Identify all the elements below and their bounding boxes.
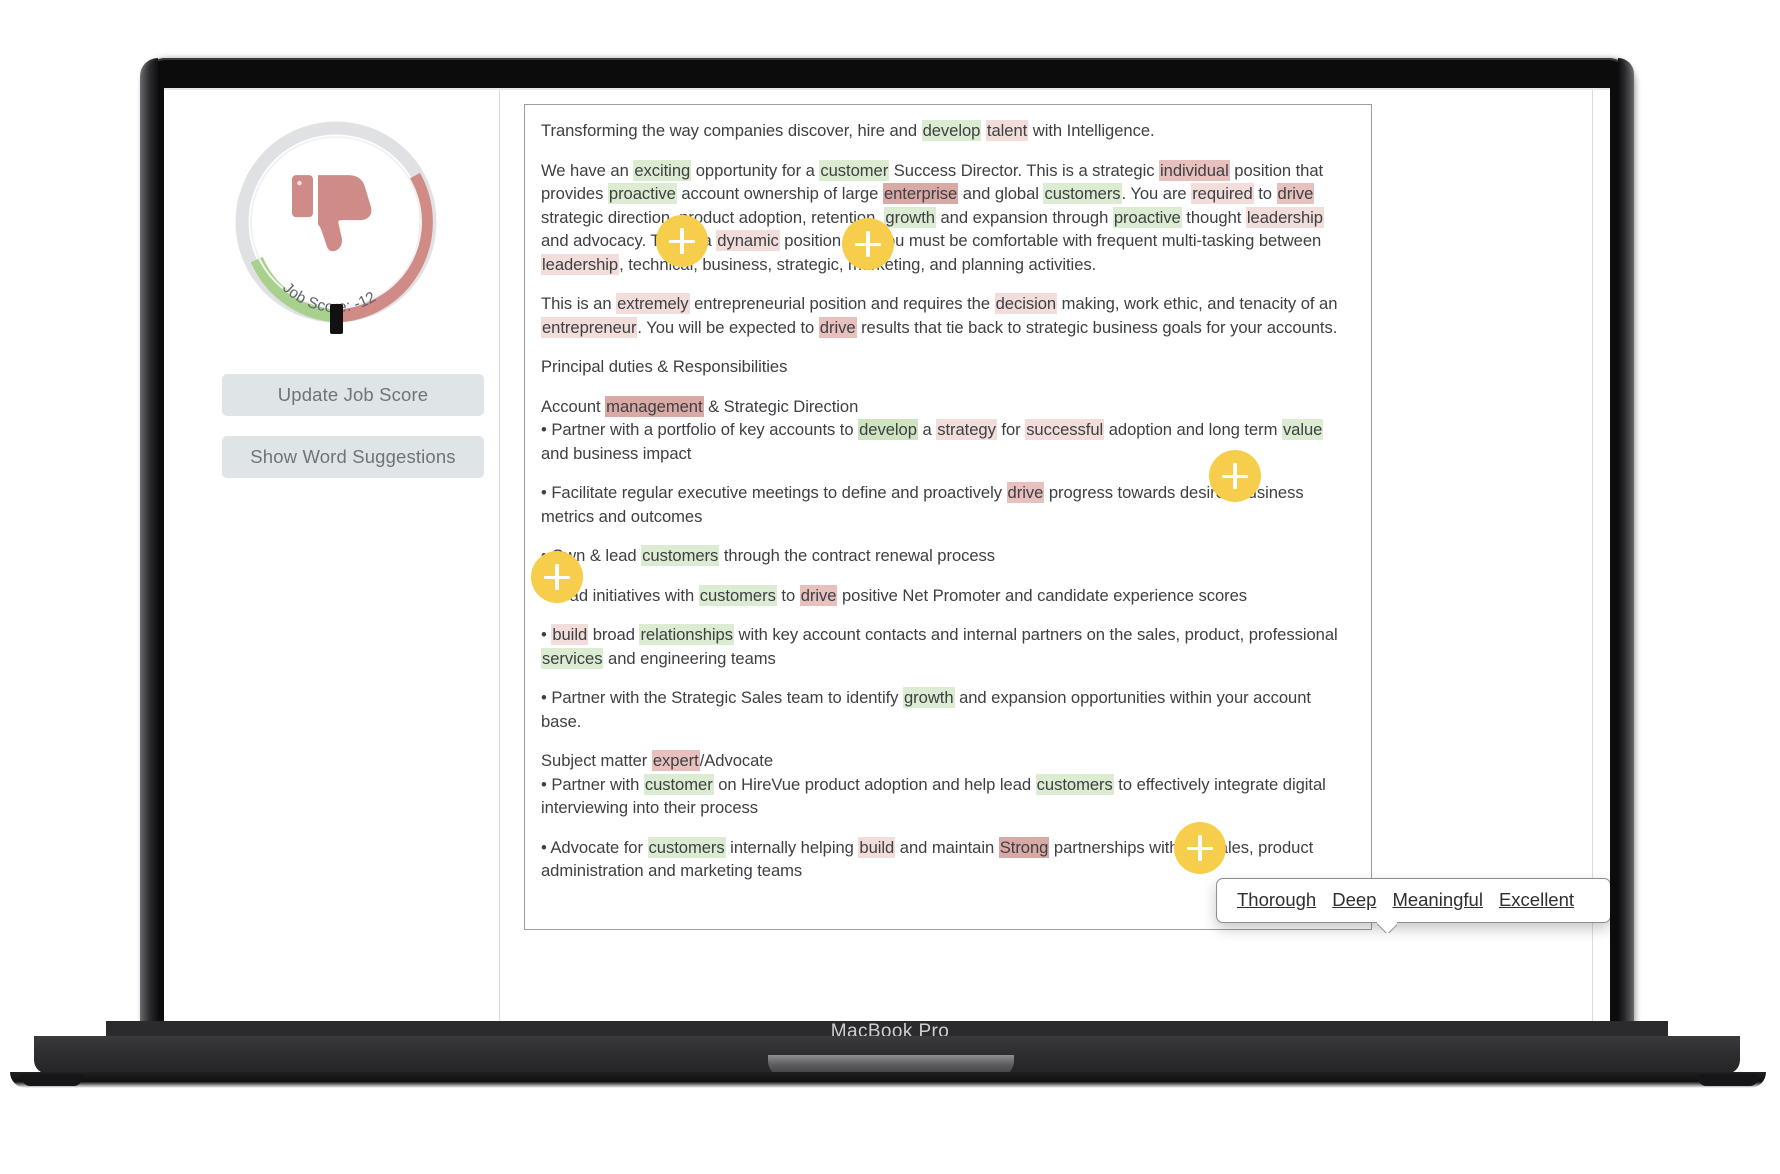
- highlighted-word[interactable]: value: [1281, 419, 1324, 440]
- highlighted-word[interactable]: management: [605, 395, 704, 417]
- highlighted-word[interactable]: strategy: [936, 419, 997, 440]
- highlighted-word[interactable]: proactive: [607, 183, 677, 204]
- highlighted-word[interactable]: drive: [818, 316, 857, 338]
- highlighted-word[interactable]: individual: [1159, 159, 1230, 181]
- highlighted-word[interactable]: relationships: [639, 624, 734, 645]
- highlighted-word[interactable]: talent: [985, 120, 1029, 141]
- highlighted-word[interactable]: exciting: [633, 159, 692, 181]
- hotspot-plus-1[interactable]: [656, 215, 708, 267]
- highlighted-word[interactable]: expert: [651, 750, 700, 771]
- hotspot-plus-5[interactable]: [1174, 822, 1226, 874]
- job-score-gauge: Job Score: -12: [228, 114, 444, 334]
- highlighted-word[interactable]: customers: [1043, 183, 1122, 204]
- highlighted-word[interactable]: entrepreneur: [541, 316, 638, 338]
- highlighted-word[interactable]: develop: [858, 419, 918, 440]
- laptop-foot-left: [22, 1074, 82, 1086]
- suggestion-word[interactable]: Deep: [1332, 889, 1376, 910]
- highlighted-word[interactable]: growth: [903, 687, 955, 708]
- update-job-score-button[interactable]: Update Job Score: [222, 374, 484, 416]
- hotspot-plus-3[interactable]: [1209, 450, 1261, 502]
- highlighted-word[interactable]: customer: [819, 159, 890, 181]
- highlighted-word[interactable]: leadership: [1245, 206, 1324, 228]
- suggestion-word[interactable]: Thorough: [1237, 889, 1316, 910]
- highlighted-word[interactable]: enterprise: [882, 183, 959, 204]
- highlighted-word[interactable]: customer: [643, 773, 714, 795]
- word-suggestions-popup[interactable]: Thorough Deep Meaningful Excellent: [1216, 878, 1610, 923]
- highlighted-word[interactable]: drive: [1276, 183, 1315, 204]
- highlighted-word[interactable]: Strong: [998, 836, 1050, 858]
- hotspot-plus-2[interactable]: [842, 218, 894, 270]
- document-paragraph: This is an extremely entrepreneurial pos…: [541, 293, 1338, 338]
- document-paragraph: Subject matter expert/Advocate • Partner …: [541, 750, 1326, 817]
- lid-right-edge: [1618, 58, 1634, 1076]
- laptop-base-shadow: [10, 1072, 1766, 1088]
- document-paragraph: • Partner with the Strategic Sales team …: [541, 687, 1311, 731]
- screenshot-root: Job Score: -12 Update Job Score Show Wor…: [0, 0, 1780, 1174]
- gauge-needle: [330, 304, 343, 334]
- highlighted-word[interactable]: build: [551, 624, 589, 645]
- laptop-screen: Job Score: -12 Update Job Score Show Wor…: [164, 88, 1610, 1046]
- highlighted-word[interactable]: extremely: [616, 293, 690, 314]
- highlighted-word[interactable]: customers: [647, 836, 726, 858]
- hotspot-plus-4[interactable]: [531, 551, 583, 603]
- document-paragraph: Transforming the way companies discover,…: [541, 120, 1155, 141]
- sidebar-panel: Job Score: -12 Update Job Score Show Wor…: [164, 90, 500, 1046]
- job-description-editor[interactable]: Transforming the way companies discover,…: [524, 104, 1372, 930]
- highlighted-word[interactable]: develop: [921, 120, 982, 141]
- document-paragraph: Principal duties & Responsibilities: [541, 357, 788, 376]
- highlighted-word[interactable]: dynamic: [716, 230, 780, 251]
- highlighted-word[interactable]: customers: [641, 545, 720, 566]
- highlighted-word[interactable]: drive: [1006, 482, 1045, 503]
- document-paragraph: • Own & lead customers through the contr…: [541, 545, 996, 566]
- suggestion-word[interactable]: Meaningful: [1392, 889, 1483, 910]
- suggestion-word[interactable]: Excellent: [1499, 889, 1574, 910]
- lid-left-edge: [140, 58, 158, 1076]
- document-paragraph: • build broad relationships with key acc…: [541, 624, 1338, 669]
- highlighted-word[interactable]: customers: [698, 584, 777, 606]
- highlighted-word[interactable]: decision: [994, 293, 1058, 314]
- highlighted-word[interactable]: growth: [884, 206, 936, 228]
- highlighted-word[interactable]: services: [541, 647, 604, 669]
- highlighted-word[interactable]: successful: [1025, 419, 1105, 440]
- highlighted-word[interactable]: proactive: [1112, 206, 1182, 228]
- highlighted-word[interactable]: required: [1191, 183, 1254, 204]
- document-paragraph: • Advocate for customers internally help…: [541, 836, 1314, 880]
- highlighted-word[interactable]: drive: [799, 584, 838, 606]
- document-paragraph: • Lead initiatives with customers to dri…: [541, 584, 1248, 606]
- popup-arrow: [1377, 922, 1397, 933]
- highlighted-word[interactable]: customers: [1035, 773, 1114, 795]
- laptop-lid: Job Score: -12 Update Job Score Show Wor…: [140, 58, 1634, 1076]
- highlighted-word[interactable]: build: [858, 836, 896, 858]
- highlighted-word[interactable]: leadership: [541, 253, 620, 275]
- show-word-suggestions-button[interactable]: Show Word Suggestions: [222, 436, 484, 478]
- laptop-foot-right: [1698, 1074, 1758, 1086]
- thumbs-down-icon: [292, 175, 372, 252]
